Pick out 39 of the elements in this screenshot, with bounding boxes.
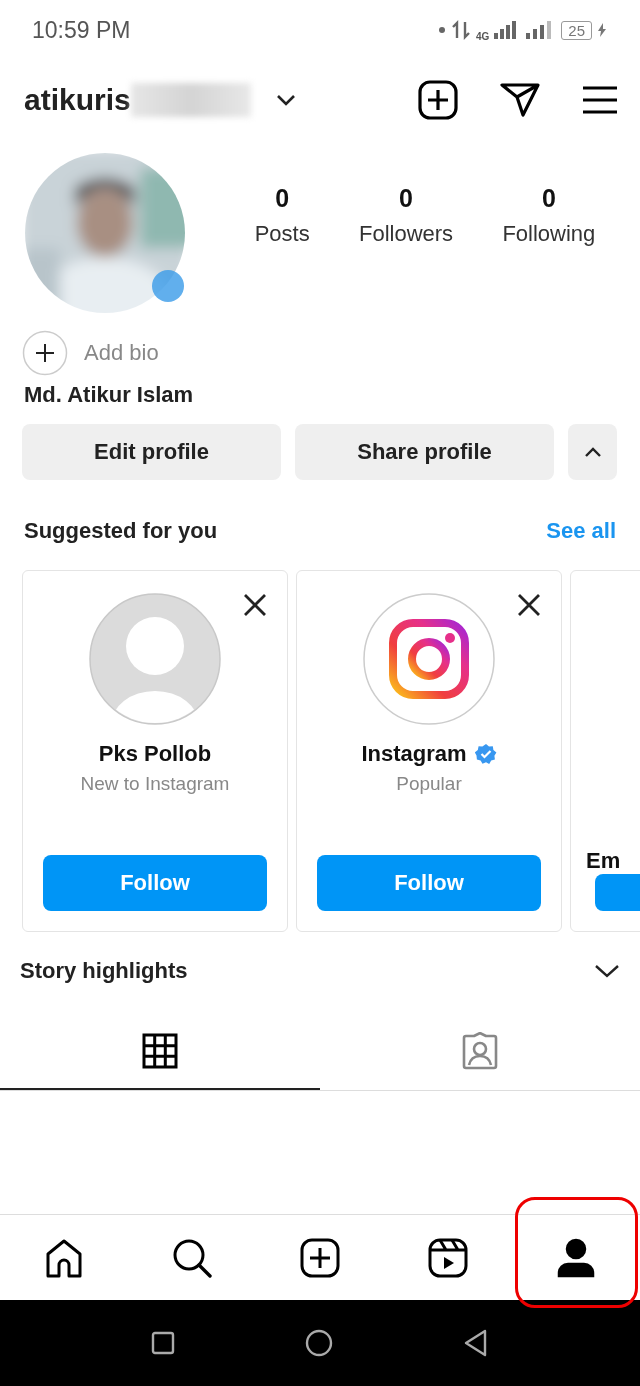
section-title: Story highlights bbox=[20, 958, 188, 984]
dot-icon bbox=[437, 26, 446, 34]
profile-action-button[interactable]: Edit profile bbox=[22, 424, 281, 480]
stat-label: Following bbox=[502, 220, 596, 247]
chevron-down-icon[interactable] bbox=[594, 963, 620, 979]
charging-icon bbox=[598, 23, 606, 37]
stat-label: Posts bbox=[254, 220, 310, 247]
close-icon[interactable] bbox=[243, 593, 267, 617]
close-icon[interactable] bbox=[517, 593, 541, 617]
battery-level: 25 bbox=[561, 20, 592, 40]
send-icon[interactable] bbox=[500, 82, 540, 118]
suggestion-name[interactable]: Em bbox=[586, 848, 621, 875]
stat-label: Followers bbox=[358, 220, 454, 247]
add-post-icon[interactable] bbox=[418, 80, 458, 120]
camera-logo-icon bbox=[363, 593, 495, 725]
home-button-icon[interactable] bbox=[305, 1329, 333, 1357]
suggestion-name[interactable]: Pks Pollob bbox=[98, 741, 212, 767]
chevron-down-icon[interactable] bbox=[274, 93, 297, 107]
stat-count: 0 bbox=[541, 183, 556, 213]
profile-action-button[interactable]: Share profile bbox=[295, 424, 554, 480]
stat-count: 0 bbox=[275, 183, 290, 213]
person-tag-icon bbox=[461, 1032, 499, 1070]
full-name: Md. Atikur Islam bbox=[23, 381, 195, 408]
stat-count: 0 bbox=[399, 183, 413, 213]
status-time: 10:59 PM bbox=[32, 16, 131, 44]
add-icon[interactable] bbox=[22, 330, 68, 376]
suggestion-reason: Popular bbox=[396, 773, 462, 795]
default-avatar-icon bbox=[89, 593, 221, 725]
back-icon[interactable] bbox=[463, 1329, 489, 1357]
add-bio-link[interactable]: Add bio bbox=[84, 340, 159, 366]
menu-icon[interactable] bbox=[582, 85, 618, 115]
network-type: 4G bbox=[475, 30, 490, 42]
username[interactable]: atikuris bbox=[24, 83, 131, 117]
section-title: Suggested for you bbox=[24, 518, 218, 544]
data-transfer-icon bbox=[451, 20, 470, 40]
suggestion-reason: New to Instagram bbox=[80, 773, 230, 795]
grid-icon bbox=[142, 1033, 178, 1069]
recent-apps-icon[interactable] bbox=[151, 1331, 175, 1355]
suggestion-name[interactable]: Instagram bbox=[361, 741, 467, 767]
